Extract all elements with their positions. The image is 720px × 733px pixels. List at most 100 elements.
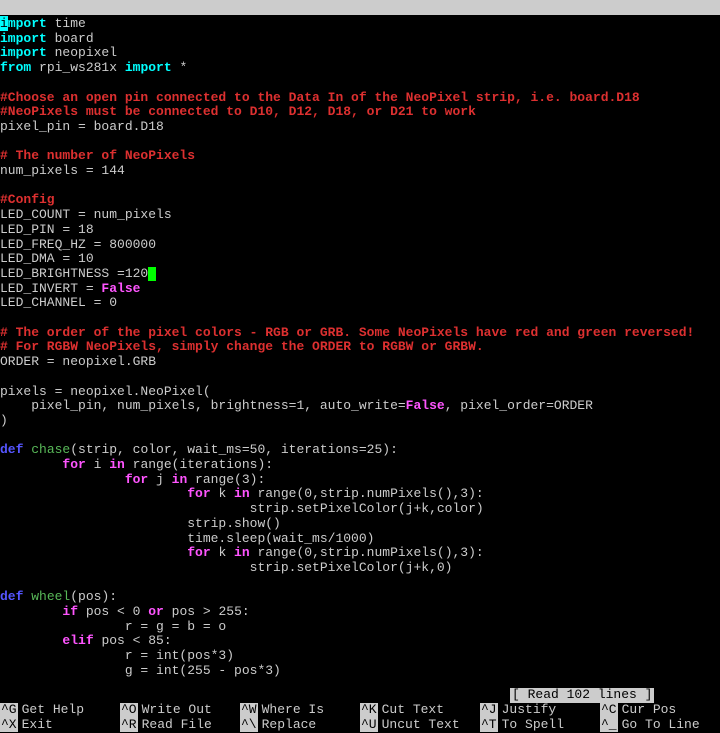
code-line[interactable]: g = int(255 - pos*3) <box>0 664 720 679</box>
shortcut-label: Justify <box>502 703 557 718</box>
shortcut-cut-text[interactable]: ^K Cut Text <box>360 703 480 718</box>
shortcut-label: Write Out <box>142 703 212 718</box>
code-token <box>0 604 62 619</box>
code-line[interactable]: #Choose an open pin connected to the Dat… <box>0 91 720 106</box>
code-line[interactable]: strip.show() <box>0 517 720 532</box>
code-line[interactable]: ) <box>0 414 720 429</box>
editor-content[interactable]: import timeimport boardimport neopixelfr… <box>0 15 720 679</box>
shortcut-label: To Spell <box>502 718 564 733</box>
shortcut-get-help[interactable]: ^GGet Help <box>0 703 120 718</box>
code-token: k <box>211 486 234 501</box>
code-token: time.sleep(wait_ms/1000) <box>0 531 374 546</box>
code-line[interactable]: time.sleep(wait_ms/1000) <box>0 532 720 547</box>
code-token: wheel <box>31 589 70 604</box>
code-line[interactable]: r = int(pos*3) <box>0 649 720 664</box>
status-message: [ Read 102 lines ] <box>510 688 654 703</box>
code-token <box>0 472 125 487</box>
code-token: for <box>125 472 148 487</box>
code-token: (strip, color, wait_ms=50, iterations=25… <box>70 442 398 457</box>
code-token: LED_FREQ_HZ = 800000 <box>0 237 156 252</box>
code-line[interactable] <box>0 179 720 194</box>
shortcut-key: ^K <box>360 703 378 718</box>
code-token <box>0 486 187 501</box>
code-line[interactable]: from rpi_ws281x import * <box>0 61 720 76</box>
code-line[interactable] <box>0 311 720 326</box>
code-line[interactable] <box>0 370 720 385</box>
code-line[interactable] <box>0 76 720 91</box>
shortcut-uncut-text[interactable]: ^UUncut Text <box>360 718 480 733</box>
code-token: # For RGBW NeoPixels, simply change the … <box>0 339 484 354</box>
code-token: pos < 85: <box>94 633 172 648</box>
code-line[interactable]: pixel_pin, num_pixels, brightness=1, aut… <box>0 399 720 414</box>
code-line[interactable]: LED_FREQ_HZ = 800000 <box>0 238 720 253</box>
code-line[interactable]: LED_DMA = 10 <box>0 252 720 267</box>
code-line[interactable]: def chase(strip, color, wait_ms=50, iter… <box>0 443 720 458</box>
code-token: in <box>172 472 188 487</box>
code-line[interactable]: elif pos < 85: <box>0 634 720 649</box>
code-line[interactable] <box>0 135 720 150</box>
code-line[interactable]: num_pixels = 144 <box>0 164 720 179</box>
shortcut-where-is[interactable]: ^WWhere Is <box>240 703 360 718</box>
code-line[interactable]: if pos < 0 or pos > 255: <box>0 605 720 620</box>
code-line[interactable]: import neopixel <box>0 46 720 61</box>
code-line[interactable] <box>0 429 720 444</box>
code-line[interactable]: for i in range(iterations): <box>0 458 720 473</box>
code-line[interactable]: for j in range(3): <box>0 473 720 488</box>
code-token: #Config <box>0 192 55 207</box>
code-token: (pos): <box>70 589 117 604</box>
shortcut-label: Cut Text <box>382 703 444 718</box>
code-line[interactable]: # The order of the pixel colors - RGB or… <box>0 326 720 341</box>
code-token: in <box>109 457 125 472</box>
code-line[interactable]: LED_COUNT = num_pixels <box>0 208 720 223</box>
shortcut-label: Exit <box>22 718 53 733</box>
code-line[interactable]: for k in range(0,strip.numPixels(),3): <box>0 546 720 561</box>
shortcut-justify[interactable]: ^JJustify <box>480 703 600 718</box>
code-token: g = int(255 - pos*3) <box>0 663 281 678</box>
code-token: chase <box>31 442 70 457</box>
code-token: , pixel_order=ORDER <box>445 398 593 413</box>
code-line[interactable]: LED_INVERT = False <box>0 282 720 297</box>
code-line[interactable]: LED_PIN = 18 <box>0 223 720 238</box>
shortcut-exit[interactable]: ^XExit <box>0 718 120 733</box>
code-token: for <box>187 545 210 560</box>
code-line[interactable]: ORDER = neopixel.GRB <box>0 355 720 370</box>
code-line[interactable]: def wheel(pos): <box>0 590 720 605</box>
shortcut-write-out[interactable]: ^OWrite Out <box>120 703 240 718</box>
shortcut-to-spell[interactable]: ^TTo Spell <box>480 718 600 733</box>
code-token: in <box>234 545 250 560</box>
code-token: LED_COUNT = num_pixels <box>0 207 172 222</box>
code-line[interactable]: # For RGBW NeoPixels, simply change the … <box>0 340 720 355</box>
code-token: in <box>234 486 250 501</box>
shortcut-read-file[interactable]: ^RRead File <box>120 718 240 733</box>
code-line[interactable] <box>0 576 720 591</box>
code-token: for <box>187 486 210 501</box>
shortcut-label: Where Is <box>262 703 324 718</box>
code-token: LED_INVERT = <box>0 281 101 296</box>
titlebar: GNU nano 3.2 panel_test.py <box>0 0 720 15</box>
code-token: LED_PIN = 18 <box>0 222 94 237</box>
shortcut-key: ^U <box>360 718 378 733</box>
code-token: LED_DMA = 10 <box>0 251 94 266</box>
code-line[interactable]: strip.setPixelColor(j+k,0) <box>0 561 720 576</box>
code-line[interactable]: LED_BRIGHTNESS =120 <box>0 267 720 282</box>
code-token: # The order of the pixel colors - RGB or… <box>0 325 694 340</box>
shortcut-cur-pos[interactable]: ^C Cur Pos <box>600 703 720 718</box>
code-token: #NeoPixels must be connected to D10, D12… <box>0 104 476 119</box>
shortcut-go-to-line[interactable]: ^_Go To Line <box>600 718 720 733</box>
code-line[interactable]: strip.setPixelColor(j+k,color) <box>0 502 720 517</box>
code-token: import <box>125 60 172 75</box>
code-line[interactable]: #Config <box>0 193 720 208</box>
shortcut-replace[interactable]: ^\Replace <box>240 718 360 733</box>
code-line[interactable]: for k in range(0,strip.numPixels(),3): <box>0 487 720 502</box>
code-line[interactable]: # The number of NeoPixels <box>0 149 720 164</box>
code-line[interactable]: pixel_pin = board.D18 <box>0 120 720 135</box>
shortcut-key: ^C <box>600 703 618 718</box>
code-token: range(iterations): <box>125 457 273 472</box>
code-line[interactable]: #NeoPixels must be connected to D10, D12… <box>0 105 720 120</box>
code-line[interactable]: r = g = b = o <box>0 620 720 635</box>
code-token: time <box>47 16 86 31</box>
code-line[interactable]: pixels = neopixel.NeoPixel( <box>0 385 720 400</box>
shortcut-key: ^G <box>0 703 18 718</box>
shortcut-label: Cur Pos <box>622 703 677 718</box>
code-line[interactable]: LED_CHANNEL = 0 <box>0 296 720 311</box>
